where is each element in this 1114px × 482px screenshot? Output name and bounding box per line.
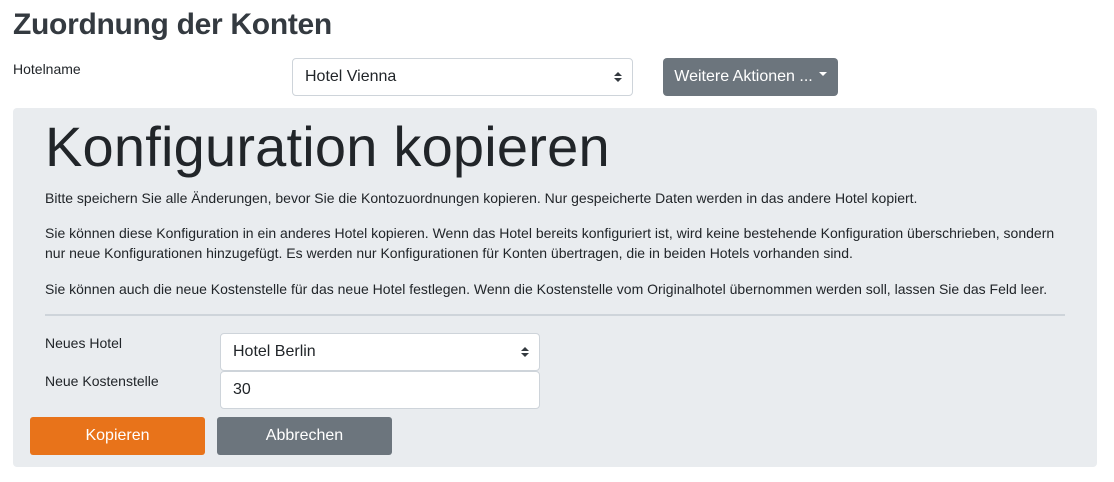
cancel-button[interactable]: Abbrechen — [217, 417, 392, 455]
page-title: Zuordnung der Konten — [13, 8, 332, 41]
panel-title: Konfiguration kopieren — [45, 115, 610, 178]
new-hotel-select[interactable]: Hotel Berlin — [220, 333, 540, 371]
hotel-name-label: Hotelname — [13, 61, 81, 77]
copy-button[interactable]: Kopieren — [30, 417, 205, 455]
more-actions-label: Weitere Aktionen ... — [674, 68, 813, 85]
caret-down-icon — [818, 72, 827, 76]
copy-configuration-panel: Konfiguration kopieren Bitte speichern S… — [13, 108, 1097, 467]
sort-icon — [614, 72, 622, 82]
divider — [45, 314, 1065, 316]
cost-center-input[interactable] — [220, 371, 540, 409]
cost-center-label: Neue Kostenstelle — [45, 373, 159, 389]
new-hotel-label: Neues Hotel — [45, 335, 123, 351]
info-paragraph-save: Bitte speichern Sie alle Änderungen, bev… — [45, 190, 918, 206]
new-hotel-select-value: Hotel Berlin — [233, 343, 316, 360]
hotel-select[interactable]: Hotel Vienna — [292, 58, 633, 96]
info-paragraph-cost-center: Sie können auch die neue Kostenstelle fü… — [45, 281, 1048, 297]
hotel-select-value: Hotel Vienna — [305, 68, 397, 85]
more-actions-button[interactable]: Weitere Aktionen ... — [663, 58, 838, 96]
info-paragraph-copy: Sie können diese Konfiguration in ein an… — [45, 225, 1055, 261]
sort-icon — [521, 347, 529, 357]
